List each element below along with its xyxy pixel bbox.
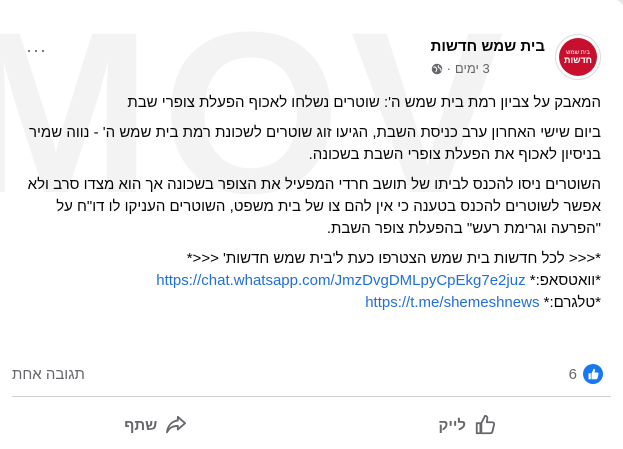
page-name-link[interactable]: בית שמש חדשות: [431, 38, 545, 55]
post-header: בית שמש חדשות בית שמש חדשות 3 ימים ·: [431, 32, 601, 82]
telegram-line: *טלגרם:* https://t.me/shemeshnews: [24, 292, 601, 314]
comments-count[interactable]: תגובה אחת: [12, 366, 85, 383]
whatsapp-line: *וואטסאפ:* https://chat.whatsapp.com/Jmz…: [24, 270, 601, 292]
whatsapp-link[interactable]: https://chat.whatsapp.com/JmzDvgDMLpyCpE…: [156, 272, 525, 289]
more-options-icon[interactable]: ···: [26, 40, 47, 61]
post-paragraph: ביום שישי האחרון ערב כניסת השבת, הגיעו ז…: [29, 124, 601, 163]
post-body: המאבק על צביון רמת בית שמש ה': שוטרים נש…: [24, 92, 601, 314]
post-actions: שתף לייק: [0, 405, 623, 445]
share-icon: [166, 415, 187, 434]
actions-divider: [12, 396, 611, 397]
post-time[interactable]: 3 ימים: [455, 61, 490, 76]
post-stats: תגובה אחת 6: [12, 362, 603, 386]
share-button[interactable]: שתף: [0, 405, 312, 445]
join-line: *<<< לכל חדשות בית שמש הצטרפו כעת ל'בית …: [186, 250, 601, 267]
post-time-row: 3 ימים ·: [431, 61, 545, 76]
like-reaction-icon: [583, 364, 603, 384]
avatar-logo: בית שמש חדשות: [559, 38, 597, 76]
whatsapp-label: *וואטסאפ:*: [529, 272, 601, 289]
telegram-link[interactable]: https://t.me/shemeshnews: [365, 294, 539, 311]
share-label: שתף: [124, 416, 158, 434]
page-avatar[interactable]: בית שמש חדשות: [555, 34, 601, 80]
likes-count: 6: [568, 365, 577, 383]
globe-icon: [431, 63, 442, 74]
post-headline: המאבק על צביון רמת בית שמש ה': שוטרים נש…: [127, 94, 601, 111]
separator-dot: ·: [446, 61, 451, 76]
post-card: MOV ··· בית שמש חדשות בית שמש חדשות 3 ימ…: [0, 0, 623, 449]
telegram-label: *טלגרם:*: [543, 294, 601, 311]
post-paragraph: השוטרים ניסו להכנס לביתו של תושב חרדי המ…: [27, 176, 601, 237]
reactions-summary[interactable]: 6: [569, 364, 603, 384]
avatar-logo-main-text: חדשות: [564, 54, 592, 65]
like-label: לייק: [438, 416, 466, 434]
thumbs-up-icon: [475, 414, 496, 435]
post-meta: בית שמש חדשות 3 ימים ·: [431, 38, 545, 76]
like-button[interactable]: לייק: [312, 405, 623, 445]
